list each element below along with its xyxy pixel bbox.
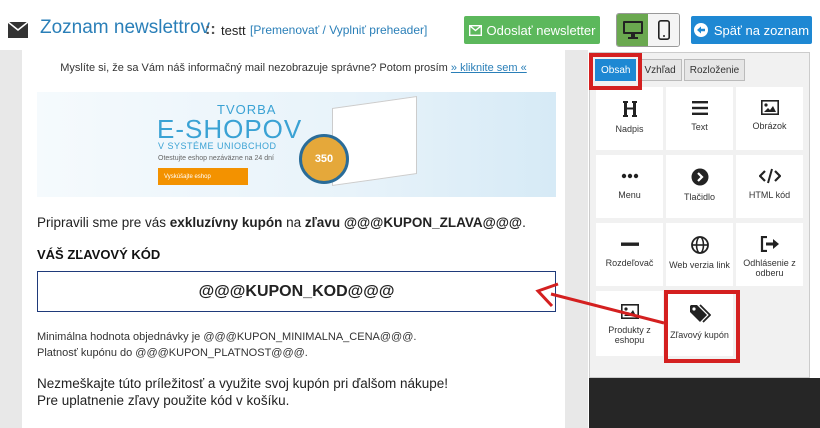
code-icon [758,168,781,184]
block-odhlasenie[interactable]: Odhlásenie z odberu [736,223,803,286]
tab-vzhlad[interactable]: Vzhľad [638,59,682,81]
block-rozdelovac[interactable]: Rozdeľovač [596,223,663,286]
block-nadpis[interactable]: Nadpis [596,87,663,150]
banner-button: Vyskúšajte eshop [158,168,248,185]
banner-badge: 350 [299,134,349,184]
mobile-view-button[interactable] [648,14,679,46]
email-footer-text: Nezmeškajte túto príležitosť a využite s… [37,375,448,409]
back-to-list-label: Späť na zoznam [713,22,810,38]
mobile-icon [657,20,670,40]
coupon-intro-bold2: zľavu @@@KUPON_ZLAVA@@@ [304,215,523,230]
validity-line: Platnosť kupónu do @@@KUPON_PLATNOST@@@. [37,347,308,359]
block-text[interactable]: Text [666,87,733,150]
envelope-outline-icon [468,24,482,36]
view-toggle [616,13,680,47]
block-obrazok[interactable]: Obrázok [736,87,803,150]
desktop-icon [622,21,643,39]
text-lines-icon [691,101,708,115]
desktop-view-button[interactable] [617,14,648,46]
send-newsletter-label: Odoslať newsletter [486,22,596,38]
divider-icon [620,242,639,246]
block-label: Odhlásenie z odberu [743,258,796,278]
block-tlacidlo[interactable]: Tlačidlo [666,155,733,218]
products-image-icon [620,304,639,319]
button-chevron-icon [691,168,708,186]
block-label: Text [691,122,708,132]
image-icon [760,100,779,115]
block-label: Obrázok [752,121,787,131]
coupon-conditions: Minimálna hodnota objednávky je @@@KUPON… [37,329,416,361]
block-label: Rozdeľovač [605,258,654,268]
block-label: Nadpis [615,124,644,134]
coupon-intro-part3: . [522,215,526,230]
rename-link[interactable]: [Premenovať / Vyplniť preheader] [250,23,427,37]
coupon-intro: Pripravili sme pre vás exkluzívny kupón … [37,215,526,230]
notice-link[interactable]: » kliknite sem « [451,62,527,74]
min-order-line: Minimálna hodnota objednávky je @@@KUPON… [37,331,417,343]
page-title[interactable]: Zoznam newslettrov [40,17,210,39]
block-menu[interactable]: Menu [596,155,663,218]
block-html-kod[interactable]: HTML kód [736,155,803,218]
notice-text: Myslíte si, že sa Vám náš informačný mai… [60,62,448,74]
heading-icon [622,101,637,117]
newsletter-name: testt [221,23,246,38]
block-label: Web verzia link [669,260,730,270]
email-preview: Myslíte si, že sa Vám náš informačný mai… [22,50,565,428]
highlight-zlavovy-kupon [664,290,740,363]
title-separator: :: [205,21,216,38]
panel-scrollbar[interactable] [810,52,820,378]
back-to-list-button[interactable]: Späť na zoznam [691,16,812,44]
arrow-circle-left-icon [693,23,708,37]
coupon-intro-bold1: exkluzívny kupón [169,215,283,230]
banner-line3: V SYSTÉME UNIOBCHOD [158,141,277,151]
envelope-icon [8,22,28,38]
coupon-intro-part1: Pripravili sme pre vás [37,215,170,230]
send-newsletter-button[interactable]: Odoslať newsletter [464,16,600,44]
view-online-notice: Myslíte si, že sa Vám náš informačný mai… [22,62,565,74]
globe-icon [690,236,709,254]
block-web-verzia-link[interactable]: Web verzia link [666,223,733,286]
block-produkty[interactable]: Produkty z eshopu [596,291,663,356]
coupon-code-box[interactable]: @@@KUPON_KOD@@@ [37,271,556,312]
highlight-obsah-tab [589,53,642,90]
block-label: Menu [618,190,641,200]
sign-out-icon [760,236,779,252]
block-label: HTML kód [748,190,791,200]
footer-line2: Pre uplatnenie zľavy použite kód v košík… [37,393,290,408]
block-label: Tlačidlo [683,192,715,202]
panel-bottom-area [589,378,820,428]
menu-dots-icon [621,173,638,179]
block-label: Produkty z eshopu [608,325,651,345]
coupon-intro-part2: na [282,215,305,230]
footer-line1: Nezmeškajte túto príležitosť a využite s… [37,376,449,391]
tab-rozlozenie[interactable]: Rozloženie [683,59,746,81]
banner-line4: Otestujte eshop nezáväzne na 24 dní [158,155,274,162]
code-heading: VÁŠ ZĽAVOVÝ KÓD [37,247,161,262]
promo-banner[interactable]: TVORBA E-SHOPOV V SYSTÉME UNIOBCHOD Otes… [37,92,556,197]
